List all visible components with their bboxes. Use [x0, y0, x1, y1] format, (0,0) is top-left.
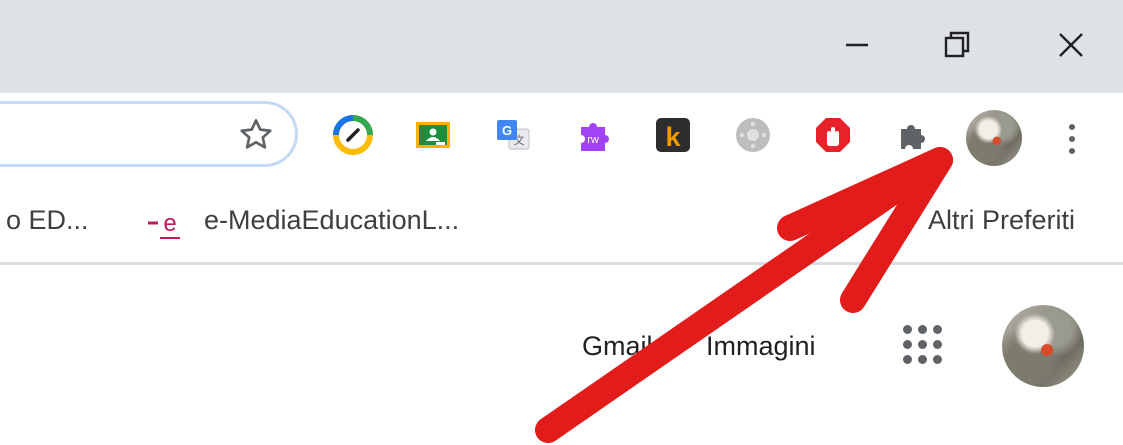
- svg-text:G: G: [502, 123, 512, 138]
- profile-avatar[interactable]: [966, 110, 1022, 166]
- extensions-menu-button[interactable]: [893, 115, 933, 155]
- extension-google-translate[interactable]: 文 G: [493, 115, 533, 155]
- other-bookmarks[interactable]: Altri Preferiti: [928, 205, 1075, 236]
- minimize-button[interactable]: [826, 14, 888, 76]
- close-icon: [1059, 33, 1083, 57]
- apps-grid-icon[interactable]: [897, 319, 947, 369]
- restore-icon: [944, 31, 970, 58]
- extension-adblock[interactable]: [813, 115, 853, 155]
- extensions-puzzle-icon: [901, 125, 925, 149]
- bookmark-favicon-emedia: e: [146, 207, 186, 243]
- emedia-favicon-icon: e: [148, 210, 180, 239]
- bookmark-item-emedia[interactable]: e-MediaEducationL...: [204, 205, 459, 236]
- more-vert-icon[interactable]: [1050, 117, 1094, 161]
- extension-gray-circle[interactable]: [733, 115, 773, 155]
- svg-text:e: e: [163, 210, 176, 237]
- title-bar: [0, 0, 1123, 93]
- extension-read-write[interactable]: rw: [573, 115, 613, 155]
- close-button[interactable]: [1040, 14, 1102, 76]
- extension-kami[interactable]: k: [653, 115, 693, 155]
- kami-icon: k: [656, 118, 690, 152]
- bookmark-item-ed[interactable]: o ED...: [6, 205, 89, 236]
- edpuzzle-icon: [333, 115, 373, 155]
- read-write-icon: rw: [581, 123, 609, 151]
- bookmark-star-button[interactable]: [232, 111, 280, 159]
- google-homepage: Gmail Immagini: [0, 265, 1123, 445]
- svg-text:rw: rw: [587, 134, 599, 146]
- star-icon: [240, 119, 272, 149]
- google-classroom-icon: [416, 122, 450, 148]
- minimize-icon: [846, 43, 868, 47]
- extension-google-classroom[interactable]: [413, 115, 453, 155]
- svg-text:k: k: [665, 122, 681, 152]
- gray-circle-extension-icon: [736, 118, 770, 152]
- restore-button[interactable]: [926, 14, 988, 76]
- google-translate-icon: 文 G: [497, 120, 530, 150]
- browser-window: 文 G rw k o ED... e e-MediaEducationL... …: [0, 0, 1123, 445]
- gmail-link[interactable]: Gmail: [582, 331, 653, 362]
- adblock-icon: [816, 118, 850, 152]
- bookmarks-bar: o ED... e e-MediaEducationL... Altri Pre…: [0, 185, 1123, 263]
- images-link[interactable]: Immagini: [706, 331, 816, 362]
- account-avatar[interactable]: [1002, 305, 1084, 387]
- browser-toolbar: 文 G rw k: [0, 93, 1123, 185]
- extension-edpuzzle[interactable]: [333, 115, 373, 155]
